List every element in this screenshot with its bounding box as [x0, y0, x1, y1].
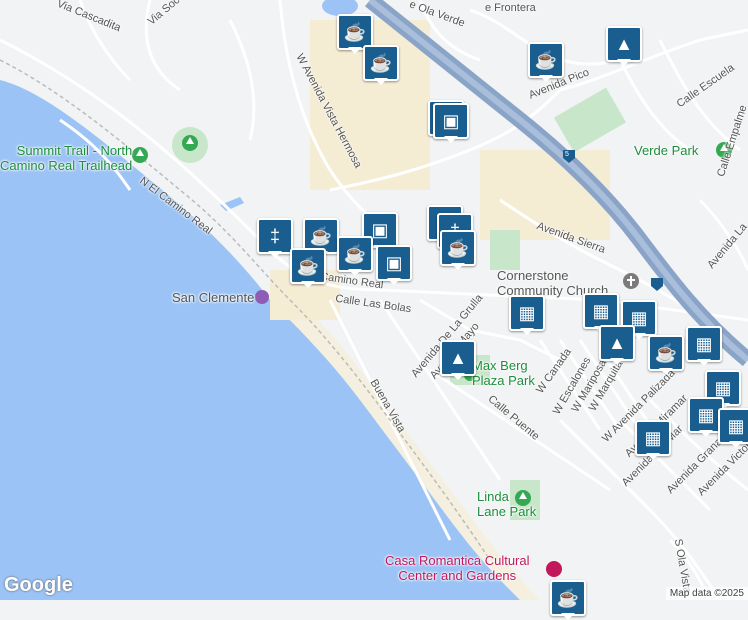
marker-pointer	[444, 136, 458, 143]
marker-pointer	[617, 59, 631, 66]
map-marker-shopping-bag[interactable]: ▣	[433, 103, 469, 143]
map-marker-shopping-bag[interactable]: ▣	[376, 245, 412, 285]
map-marker-restaurant[interactable]: ‡	[257, 218, 293, 258]
marker-pointer	[646, 453, 660, 460]
coffee-icon: ☕	[528, 42, 564, 78]
map-marker-shopping-cart[interactable]: ▦	[718, 408, 748, 448]
train-station-icon	[255, 290, 269, 304]
marker-pointer	[348, 47, 362, 54]
label-max-berg-plaza-park: Max Berg Plaza Park	[472, 358, 535, 388]
marker-pointer	[520, 328, 534, 335]
map-marker-coffee[interactable]: ☕	[648, 335, 684, 375]
label-casa-romantica: Casa Romantica Cultural Center and Garde…	[385, 553, 530, 583]
museum-icon	[546, 561, 562, 577]
marker-pointer	[301, 281, 315, 288]
shopping-cart-icon: ▦	[583, 293, 619, 329]
map-marker-coffee[interactable]: ☕	[440, 230, 476, 270]
street-label-frontera: e Frontera	[485, 2, 536, 14]
school-icon: ▲	[606, 26, 642, 62]
map-marker-shopping-cart[interactable]: ▦	[635, 420, 671, 460]
label-san-clemente: San Clemente	[172, 290, 255, 305]
map-marker-coffee[interactable]: ☕	[550, 580, 586, 620]
marker-pointer	[348, 269, 362, 276]
shopping-cart-icon: ▦	[718, 408, 748, 444]
marker-pointer	[610, 358, 624, 365]
marker-pointer	[451, 373, 465, 380]
map-marker-coffee[interactable]: ☕	[290, 248, 326, 288]
shopping-cart-icon: ▦	[635, 420, 671, 456]
marker-pointer	[451, 263, 465, 270]
shopping-cart-icon: ▦	[509, 295, 545, 331]
map-marker-school[interactable]: ▲	[599, 325, 635, 365]
marker-pointer	[561, 613, 575, 620]
school-icon: ▲	[440, 340, 476, 376]
marker-pointer	[539, 75, 553, 82]
map-marker-shopping-cart[interactable]: ▦	[686, 326, 722, 366]
marker-pointer	[387, 278, 401, 285]
shopping-cart-icon: ▦	[686, 326, 722, 362]
coffee-icon: ☕	[550, 580, 586, 616]
map-marker-coffee[interactable]: ☕	[337, 236, 373, 276]
label-linda-lane-park: Linda Lane Park	[477, 489, 537, 519]
map-marker-school[interactable]: ▲	[606, 26, 642, 66]
label-summit-trail: Summit Trail - North Camino Real Trailhe…	[0, 143, 133, 173]
coffee-icon: ☕	[648, 335, 684, 371]
coffee-icon: ☕	[440, 230, 476, 266]
shopping-bag-icon: ▣	[433, 103, 469, 139]
marker-pointer	[659, 368, 673, 375]
highway-shield-label: 5	[565, 151, 569, 158]
coffee-icon: ☕	[290, 248, 326, 284]
restaurant-icon: ‡	[257, 218, 293, 254]
marker-pointer	[729, 441, 743, 448]
school-icon: ▲	[599, 325, 635, 361]
map-marker-coffee[interactable]: ☕	[528, 42, 564, 82]
coffee-icon: ☕	[337, 236, 373, 272]
marker-pointer	[374, 78, 388, 85]
map-marker-shopping-cart[interactable]: ▦	[509, 295, 545, 335]
map-attribution[interactable]: Map data ©2025	[665, 587, 748, 600]
marker-pointer	[699, 430, 713, 437]
label-verde-park: Verde Park	[634, 143, 699, 158]
coffee-icon: ☕	[363, 45, 399, 81]
google-logo: Google	[4, 574, 73, 596]
marker-pointer	[697, 359, 711, 366]
shopping-bag-icon: ▣	[376, 245, 412, 281]
map-marker-school[interactable]: ▲	[440, 340, 476, 380]
map-marker-coffee[interactable]: ☕	[363, 45, 399, 85]
marker-pointer	[268, 251, 282, 258]
